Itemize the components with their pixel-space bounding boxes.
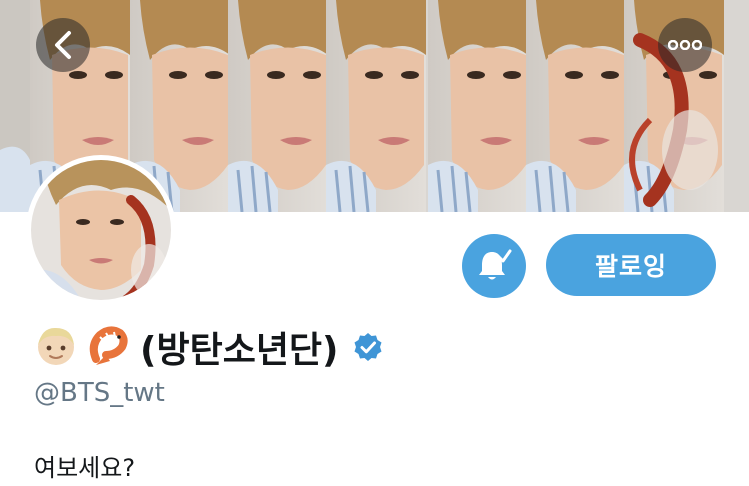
shrimp-emoji — [86, 325, 130, 369]
notification-button[interactable] — [462, 234, 526, 298]
more-options-button[interactable] — [658, 18, 712, 72]
following-button[interactable]: 팔로잉 — [546, 234, 716, 296]
chevron-left-icon — [55, 31, 71, 59]
profile-name-row: (방탄소년단) — [34, 322, 383, 372]
avatar-image — [31, 160, 171, 300]
avatar[interactable] — [26, 155, 176, 305]
verified-badge-icon — [353, 332, 383, 362]
profile-bio: 여보세요? — [34, 454, 136, 482]
person-light-skin-emoji — [34, 325, 78, 369]
display-name: (방탄소년단) — [140, 330, 339, 371]
back-button[interactable] — [36, 18, 90, 72]
bell-check-icon — [479, 249, 512, 280]
more-dots-icon — [668, 40, 702, 50]
profile-handle: @BTS_twt — [34, 378, 165, 408]
